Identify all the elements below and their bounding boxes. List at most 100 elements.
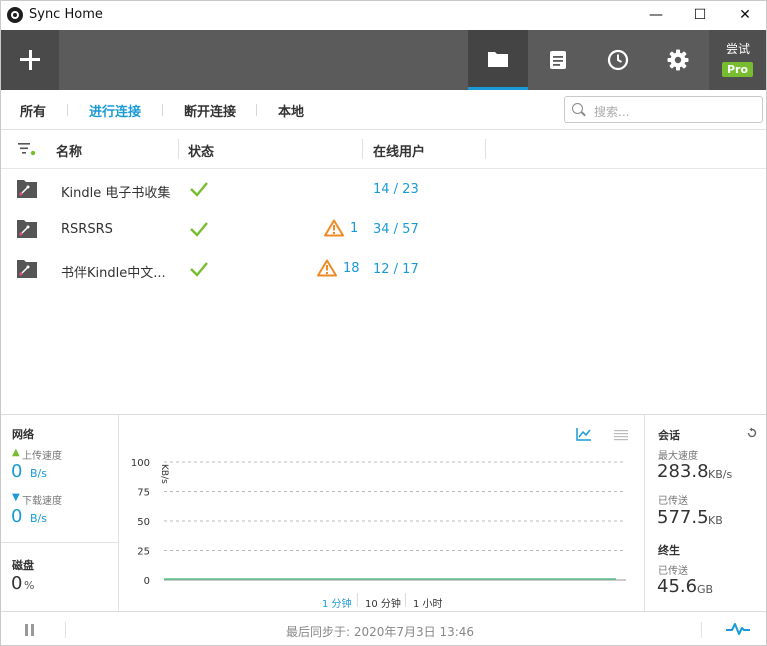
session-panel: 会话 最大速度 283.8 KB/s 已传送 577.5 KB 终生 已传送 4… xyxy=(644,415,766,612)
filter-divider xyxy=(162,104,163,116)
toolbar: 尝试 Pro xyxy=(1,30,766,90)
tab-transfers[interactable] xyxy=(528,30,588,90)
clock-icon xyxy=(607,49,629,71)
folder-icon xyxy=(488,51,508,67)
check-icon xyxy=(190,182,208,197)
table-row[interactable]: RSRSRS 1 34 / 57 xyxy=(1,210,766,250)
app-logo-icon xyxy=(7,7,23,23)
time-range-1min[interactable]: 1 分钟 xyxy=(322,595,352,610)
activity-pulse-icon[interactable] xyxy=(726,622,750,636)
filter-tab-connected[interactable]: 进行连接 xyxy=(89,101,141,120)
column-divider xyxy=(362,139,363,159)
tab-history[interactable] xyxy=(588,30,648,90)
folder-name: Kindle 电子书收集 xyxy=(61,186,171,201)
session-transferred-value: 577.5 xyxy=(657,507,709,528)
y-tick-label: 100 xyxy=(131,458,150,469)
reset-icon[interactable] xyxy=(746,427,758,439)
warning-indicator[interactable]: 18 xyxy=(317,259,360,277)
max-speed-label: 最大速度 xyxy=(658,451,698,462)
table-row[interactable]: 书伴Kindle中文... 18 12 / 17 xyxy=(1,250,766,290)
table-row[interactable]: Kindle 电子书收集 14 / 23 xyxy=(1,170,766,210)
search-icon xyxy=(572,103,583,114)
filter-tab-all[interactable]: 所有 xyxy=(20,101,46,120)
network-title: 网络 xyxy=(12,428,34,441)
y-tick-label: 25 xyxy=(137,547,150,558)
close-button[interactable]: ✕ xyxy=(722,1,766,29)
title-bar: Sync Home — ☐ ✕ xyxy=(1,1,766,29)
network-panel: 网络 ▲ 上传速度 0 B/s ▼ 下载速度 0 B/s xyxy=(1,415,119,543)
tab-settings[interactable] xyxy=(648,30,708,90)
window-title: Sync Home xyxy=(29,7,103,22)
warning-icon xyxy=(317,259,337,277)
status-divider xyxy=(65,622,66,638)
document-icon xyxy=(550,51,566,69)
download-unit: B/s xyxy=(30,512,47,525)
max-speed-unit: KB/s xyxy=(708,468,733,481)
shared-folder-icon xyxy=(17,220,37,238)
lifetime-transferred-unit: GB xyxy=(697,583,714,596)
lifetime-title: 终生 xyxy=(658,544,680,557)
filter-divider xyxy=(256,104,257,116)
filter-bar: 所有 进行连接 断开连接 本地 搜索... xyxy=(1,90,766,130)
session-title: 会话 xyxy=(658,429,680,442)
status-divider xyxy=(701,622,702,638)
shared-folder-icon xyxy=(17,260,37,278)
list-view-icon[interactable] xyxy=(614,429,628,441)
shared-folder-icon xyxy=(17,180,37,198)
download-value: 0 xyxy=(11,506,23,527)
warning-indicator[interactable]: 1 xyxy=(324,219,358,237)
trial-pro-button[interactable]: 尝试 Pro xyxy=(709,30,766,90)
disk-title: 磁盘 xyxy=(12,559,34,572)
y-tick-label: 0 xyxy=(144,576,150,587)
sort-filter-icon[interactable] xyxy=(18,142,36,156)
pause-icon[interactable] xyxy=(24,624,35,636)
app-window: Sync Home — ☐ ✕ 尝试 Pro 所有 进行连接 断开连接 本地 搜… xyxy=(0,0,767,646)
folder-name: 书伴Kindle中文... xyxy=(61,266,166,281)
download-arrow-icon: ▼ xyxy=(12,492,20,503)
session-transferred-label: 已传送 xyxy=(658,496,688,507)
lifetime-transferred-value: 45.6 xyxy=(657,576,698,597)
lifetime-transferred-label: 已传送 xyxy=(658,566,688,577)
column-divider xyxy=(485,139,486,159)
list-header: 名称 状态 在线用户 xyxy=(1,130,766,169)
column-header-status[interactable]: 状态 xyxy=(188,141,214,160)
disk-unit: % xyxy=(24,579,35,592)
status-bar: 最后同步于: 2020年7月3日 13:46 xyxy=(1,611,766,645)
filter-tab-disconnected[interactable]: 断开连接 xyxy=(184,101,236,120)
disk-panel: 磁盘 0 % xyxy=(1,543,119,612)
filter-divider xyxy=(67,104,68,116)
line-chart-icon[interactable] xyxy=(576,427,592,441)
time-range-10min[interactable]: 10 分钟 xyxy=(365,595,401,610)
column-header-name[interactable]: 名称 xyxy=(56,141,82,160)
tab-folders[interactable] xyxy=(468,30,528,90)
y-axis-label: KB/s xyxy=(159,464,169,484)
upload-unit: B/s xyxy=(30,467,47,480)
online-users: 12 / 17 xyxy=(373,262,419,277)
bandwidth-chart-panel: 100 75 50 25 0 KB/s 1 分钟 10 分钟 1 小时 xyxy=(119,415,645,612)
warning-count: 18 xyxy=(343,260,360,276)
download-label: 下载速度 xyxy=(22,496,62,507)
column-header-users[interactable]: 在线用户 xyxy=(373,141,425,160)
session-transferred-unit: KB xyxy=(708,514,723,527)
maximize-button[interactable]: ☐ xyxy=(677,1,723,29)
gear-icon xyxy=(667,49,689,71)
max-speed-value: 283.8 xyxy=(657,461,709,482)
search-input[interactable]: 搜索... xyxy=(564,96,763,123)
add-folder-button[interactable] xyxy=(1,30,59,90)
online-users: 34 / 57 xyxy=(373,222,419,237)
last-sync-text: 最后同步于: 2020年7月3日 13:46 xyxy=(286,625,475,639)
stats-area: 网络 ▲ 上传速度 0 B/s ▼ 下载速度 0 B/s 磁盘 0 % 100 … xyxy=(1,414,766,612)
time-range-1hour[interactable]: 1 小时 xyxy=(413,595,443,610)
minimize-button[interactable]: — xyxy=(633,1,679,29)
search-placeholder: 搜索... xyxy=(594,105,630,119)
time-divider xyxy=(357,593,358,607)
filter-tab-local[interactable]: 本地 xyxy=(278,101,304,120)
trial-label: 尝试 xyxy=(726,42,751,56)
upload-label: 上传速度 xyxy=(22,451,62,462)
time-divider xyxy=(405,593,406,607)
folder-name: RSRSRS xyxy=(61,222,113,237)
upload-arrow-icon: ▲ xyxy=(12,447,20,458)
pro-badge: Pro xyxy=(722,62,754,77)
warning-icon xyxy=(324,219,344,237)
check-icon xyxy=(190,262,208,277)
